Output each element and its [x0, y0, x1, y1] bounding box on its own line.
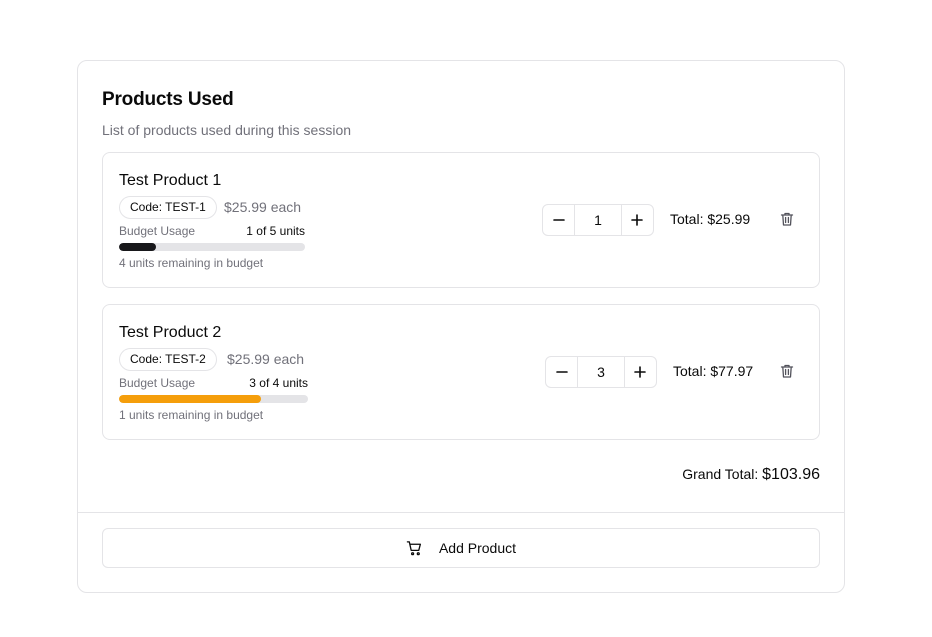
product-item: Test Product 1 Code: TEST-1 $25.99 each …	[102, 152, 820, 288]
line-total: Total: $77.97	[673, 363, 754, 379]
card-divider	[78, 512, 844, 513]
budget-remaining-text: 1 units remaining in budget	[119, 408, 264, 422]
add-product-button[interactable]: Add Product	[102, 528, 820, 568]
plus-icon	[631, 214, 644, 226]
unit-price: $25.99 each	[227, 351, 305, 367]
grand-total: Grand Total: $103.96	[682, 466, 820, 484]
budget-progress-bar	[119, 243, 305, 251]
budget-usage-label: Budget Usage	[119, 376, 196, 390]
minus-icon	[552, 219, 565, 221]
card-title: Products Used	[102, 89, 234, 110]
unit-price: $25.99 each	[224, 199, 302, 215]
trash-icon[interactable]	[779, 363, 795, 379]
budget-remaining-text: 4 units remaining in budget	[119, 256, 264, 270]
product-code-badge: Code: TEST-2	[119, 348, 217, 371]
quantity-stepper: 3	[545, 356, 657, 388]
plus-icon	[634, 366, 647, 378]
grand-total-value: $103.96	[762, 466, 820, 483]
decrement-button[interactable]	[543, 205, 574, 235]
product-name: Test Product 1	[119, 172, 222, 189]
increment-button[interactable]	[625, 357, 656, 387]
quantity-input[interactable]: 3	[577, 357, 625, 387]
budget-progress-bar	[119, 395, 308, 403]
shopping-cart-icon	[406, 540, 421, 555]
trash-icon[interactable]	[779, 211, 795, 227]
product-item: Test Product 2 Code: TEST-2 $25.99 each …	[102, 304, 820, 440]
quantity-input[interactable]: 1	[574, 205, 622, 235]
budget-progress-fill	[119, 243, 157, 251]
line-total: Total: $25.99	[670, 211, 751, 227]
budget-usage-count: 3 of 4 units	[249, 376, 308, 390]
minus-icon	[555, 371, 568, 373]
budget-usage-count: 1 of 5 units	[246, 224, 305, 238]
decrement-button[interactable]	[546, 357, 577, 387]
quantity-stepper: 1	[542, 204, 654, 236]
card-description: List of products used during this sessio…	[102, 122, 352, 138]
product-code-badge: Code: TEST-1	[119, 196, 217, 219]
increment-button[interactable]	[622, 205, 653, 235]
products-used-card: Products Used List of products used duri…	[77, 60, 845, 593]
product-name: Test Product 2	[119, 324, 222, 341]
add-product-label: Add Product	[438, 540, 517, 556]
grand-total-label: Grand Total:	[682, 466, 763, 482]
budget-progress-fill	[119, 395, 261, 403]
budget-usage-label: Budget Usage	[119, 224, 196, 238]
